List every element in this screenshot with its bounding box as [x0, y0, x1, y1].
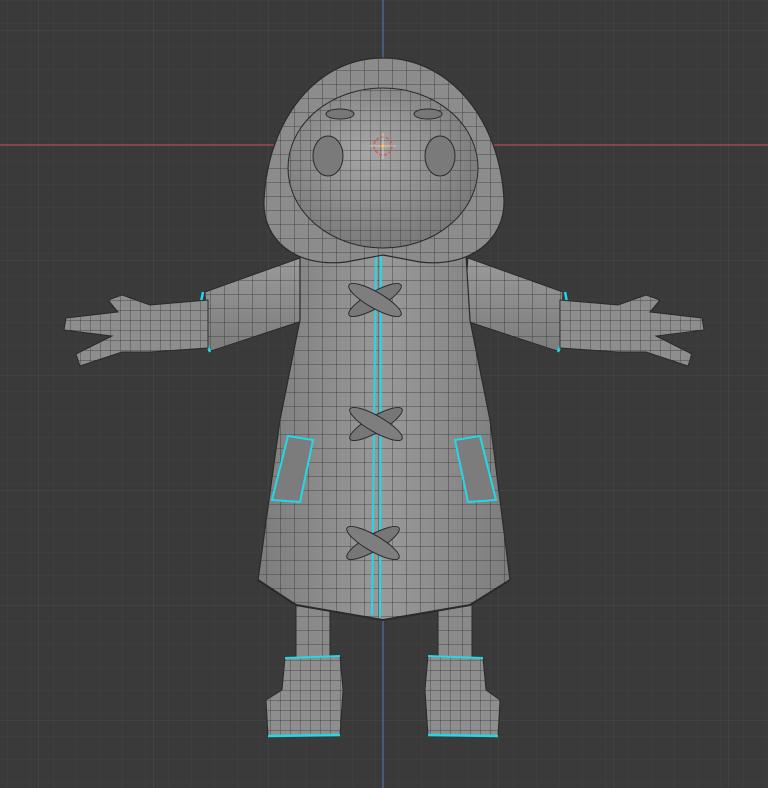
viewport-canvas[interactable]	[0, 0, 768, 788]
3d-viewport[interactable]	[0, 0, 768, 788]
